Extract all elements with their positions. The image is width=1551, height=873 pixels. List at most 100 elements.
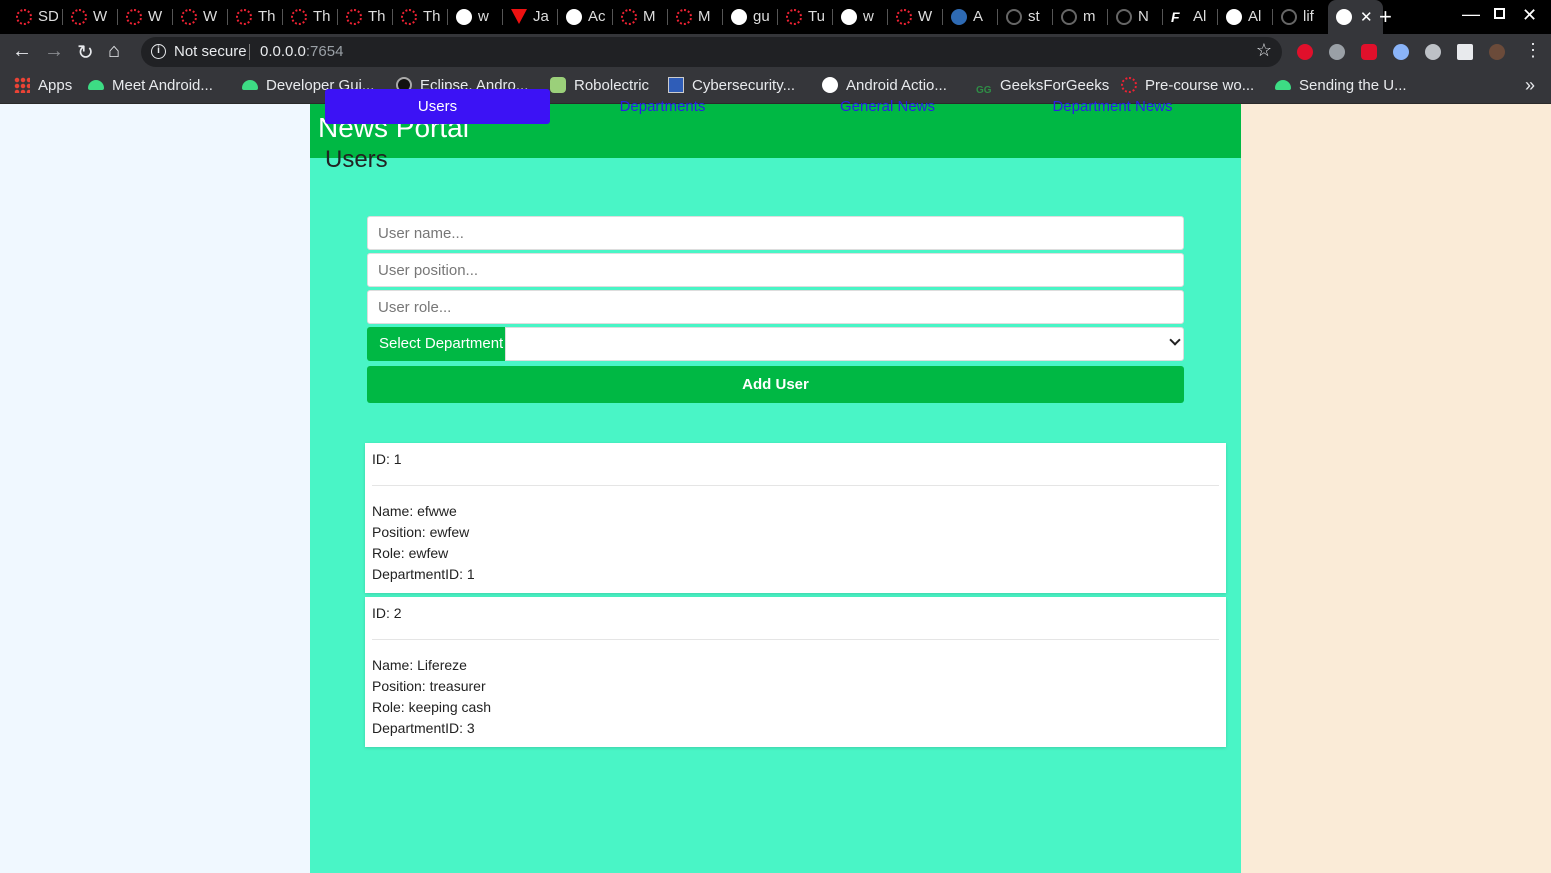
user-role-input[interactable] xyxy=(367,290,1184,324)
bookmark-label: Sending the U... xyxy=(1299,77,1407,94)
globe-icon xyxy=(456,9,472,25)
reload-icon[interactable]: ↻ xyxy=(77,40,94,65)
browser-tab[interactable]: Th xyxy=(338,0,393,34)
tab-title: st xyxy=(1028,8,1040,25)
tab-title: m xyxy=(1083,8,1096,25)
bookmark-item[interactable]: Meet Android... xyxy=(88,77,213,94)
tab-title: Al xyxy=(1193,8,1207,25)
user-role: Role: ewfew xyxy=(372,545,449,561)
tab-department-news[interactable]: Department News xyxy=(1000,89,1225,124)
bookmark-star-icon[interactable]: ☆ xyxy=(1256,40,1272,61)
browser-tab[interactable]: W xyxy=(888,0,943,34)
department-label[interactable]: Select Department xyxy=(367,327,505,361)
new-tab-button[interactable]: + xyxy=(1379,4,1392,30)
browser-tab[interactable]: w xyxy=(833,0,888,34)
globe-icon xyxy=(1336,9,1352,25)
tab-list: SD W W W Th Th Th Th w Ja Ac M M gu Tu w… xyxy=(8,0,1383,34)
maximize-icon[interactable] xyxy=(1494,8,1505,19)
browser-tab[interactable]: W xyxy=(173,0,228,34)
back-icon[interactable]: ← xyxy=(12,40,32,63)
github-icon xyxy=(1006,9,1022,25)
browser-tab[interactable]: Tu xyxy=(778,0,833,34)
browser-tab[interactable]: M xyxy=(668,0,723,34)
github-icon xyxy=(1281,9,1297,25)
security-status[interactable]: Not secure xyxy=(174,43,247,60)
triangle-red-icon xyxy=(511,9,527,24)
browser-tab[interactable]: A xyxy=(943,0,998,34)
browser-tab[interactable]: lif xyxy=(1273,0,1328,34)
save-extension-icon[interactable] xyxy=(1361,44,1377,60)
forward-icon[interactable]: → xyxy=(44,40,64,63)
f-icon: F xyxy=(1171,9,1180,25)
browser-tab[interactable]: W xyxy=(63,0,118,34)
bookmark-apps[interactable]: Apps xyxy=(14,77,72,94)
browser-tab[interactable]: Th xyxy=(228,0,283,34)
tab-title: Ja xyxy=(533,8,549,25)
add-user-button[interactable]: Add User xyxy=(367,366,1184,403)
android-icon xyxy=(1275,80,1291,90)
tab-title: Th xyxy=(313,8,331,25)
browser-tab[interactable]: M xyxy=(613,0,668,34)
department-select-group: Select Department xyxy=(367,327,1184,361)
tab-title: W xyxy=(918,8,933,25)
tab-title: Ac xyxy=(588,8,606,25)
cloud-extension-icon[interactable] xyxy=(1425,44,1441,60)
browser-tab[interactable]: Th xyxy=(393,0,448,34)
tab-title: Th xyxy=(258,8,276,25)
opera-red-icon xyxy=(346,9,362,25)
github-icon xyxy=(1116,9,1132,25)
user-department-id: DepartmentID: 3 xyxy=(372,720,475,736)
opera-red-icon xyxy=(786,9,802,25)
browser-tab-active[interactable]: ✕ xyxy=(1328,0,1383,34)
user-position-input[interactable] xyxy=(367,253,1184,287)
android-icon xyxy=(88,80,104,90)
user-card: ID: 1 Name: efwwe Position: ewfew Role: … xyxy=(365,443,1226,593)
user-name: Name: Lifereze xyxy=(372,657,467,673)
tab-title: M xyxy=(643,8,656,25)
home-icon[interactable]: ⌂ xyxy=(108,40,120,63)
browser-tab[interactable]: m xyxy=(1053,0,1108,34)
globe-icon xyxy=(566,9,582,25)
extension-blue-icon[interactable] xyxy=(1393,44,1409,60)
browser-tab[interactable]: F Al xyxy=(1163,0,1218,34)
close-window-icon[interactable]: ✕ xyxy=(1522,5,1537,26)
browser-tab[interactable]: Th xyxy=(283,0,338,34)
puzzle-extensions-icon[interactable] xyxy=(1457,44,1473,60)
browser-tab[interactable]: N xyxy=(1108,0,1163,34)
bookmarks-overflow-icon[interactable]: » xyxy=(1525,75,1535,96)
tab-general-news[interactable]: General News xyxy=(775,89,1000,124)
department-select[interactable] xyxy=(505,327,1184,361)
profile-avatar[interactable] xyxy=(1489,44,1505,60)
user-name-input[interactable] xyxy=(367,216,1184,250)
browser-tab[interactable]: w xyxy=(448,0,503,34)
address-bar[interactable]: i Not secure 0.0.0.0:7654 ☆ xyxy=(141,37,1282,67)
github-icon xyxy=(1061,9,1077,25)
browser-tab[interactable]: gu xyxy=(723,0,778,34)
menu-kebab-icon[interactable]: ⋮ xyxy=(1524,40,1542,61)
close-tab-icon[interactable]: ✕ xyxy=(1360,8,1373,26)
user-list: ID: 1 Name: efwwe Position: ewfew Role: … xyxy=(365,443,1226,751)
browser-tab[interactable]: Ac xyxy=(558,0,613,34)
info-icon[interactable]: i xyxy=(151,44,166,59)
browser-tab[interactable]: W xyxy=(118,0,173,34)
tab-departments[interactable]: Departments xyxy=(550,89,775,124)
apps-icon xyxy=(14,77,30,93)
browser-tab[interactable]: SD xyxy=(8,0,63,34)
tab-title: w xyxy=(863,8,874,25)
bookmark-item[interactable]: Sending the U... xyxy=(1275,77,1407,94)
user-department-id: DepartmentID: 1 xyxy=(372,566,475,582)
download-extension-icon[interactable] xyxy=(1329,44,1345,60)
browser-tab[interactable]: Ja xyxy=(503,0,558,34)
tab-users[interactable]: Users xyxy=(325,89,550,124)
user-id: ID: 1 xyxy=(372,451,402,467)
browser-tab[interactable]: Al xyxy=(1218,0,1273,34)
browser-tab[interactable]: st xyxy=(998,0,1053,34)
opera-red-icon xyxy=(181,9,197,25)
url-text[interactable]: 0.0.0.0:7654 xyxy=(260,43,343,60)
user-role: Role: keeping cash xyxy=(372,699,492,715)
url-host: 0.0.0.0 xyxy=(260,43,306,60)
user-position: Position: treasurer xyxy=(372,678,486,694)
extension-red-icon[interactable] xyxy=(1297,44,1313,60)
minimize-icon[interactable]: — xyxy=(1462,4,1480,25)
opera-red-icon xyxy=(16,9,32,25)
